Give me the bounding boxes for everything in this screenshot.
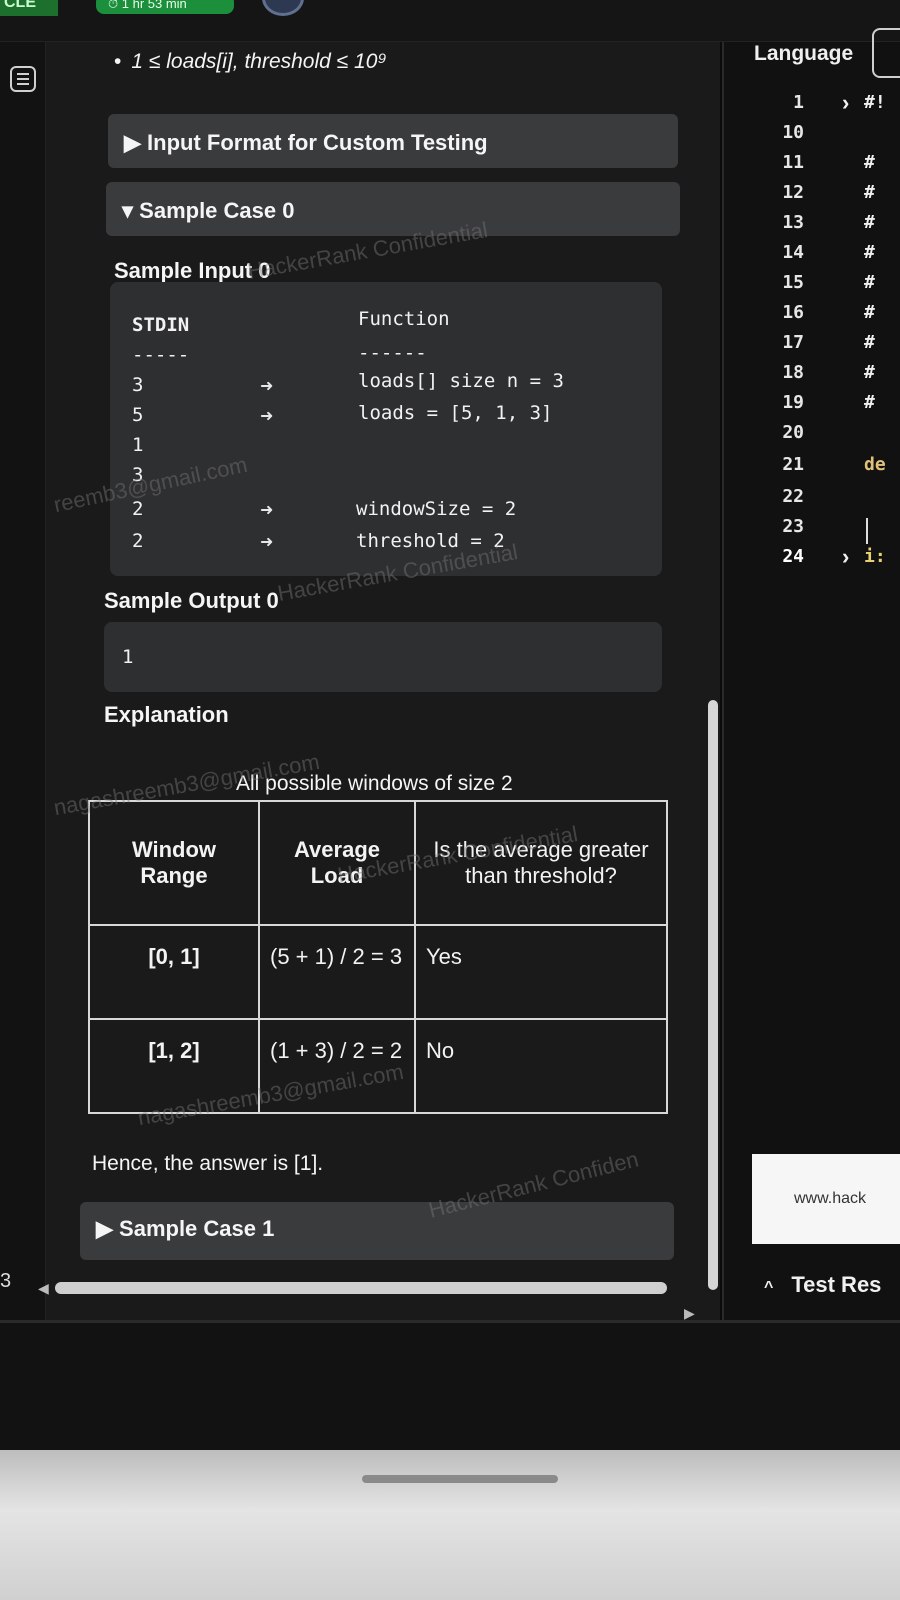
stdin-value: 2 [132, 530, 144, 552]
stdin-value: 5 [132, 404, 144, 426]
chevron-up-icon: ^ [764, 1279, 774, 1296]
horizontal-scrollbar[interactable] [55, 1282, 667, 1294]
table-cell: (1 + 3) / 2 = 2 [258, 1018, 416, 1114]
line-number: 20 [782, 422, 804, 443]
column-header: Window Range [88, 800, 260, 926]
scroll-left-arrow-icon[interactable]: ◀ [38, 1280, 49, 1297]
function-line: loads[] size n = 3 [358, 370, 564, 392]
code-line[interactable]: # [864, 182, 875, 203]
code-line[interactable]: # [864, 152, 875, 173]
url-text: www.hack [794, 1190, 867, 1207]
explanation-heading: Explanation [104, 702, 229, 727]
code-line[interactable]: # [864, 332, 875, 353]
top-bar: CLE ⏱ 1 hr 53 min [0, 0, 900, 42]
table-cell: (5 + 1) / 2 = 3 [258, 924, 416, 1020]
arrow-icon: ➜ [260, 408, 274, 425]
code-line[interactable]: # [864, 242, 875, 263]
text-cursor [866, 518, 868, 544]
line-number: 18 [782, 362, 804, 383]
function-separator: ------ [358, 342, 427, 364]
avatar[interactable] [262, 0, 304, 16]
table-header-row: Window Range Average Load Is the average… [88, 800, 668, 926]
line-number: 14 [782, 242, 804, 263]
table-cell: Yes [414, 924, 668, 1020]
stdin-value: 3 [132, 374, 144, 396]
stdin-separator: ----- [132, 344, 190, 366]
test-results-label: Test Res [791, 1272, 882, 1297]
test-results-toggle[interactable]: ^ Test Res [764, 1272, 881, 1298]
line-number: 19 [782, 392, 804, 413]
arrow-icon: ➜ [260, 378, 274, 395]
line-number: 1 [793, 92, 804, 113]
rail-number: 3 [0, 1270, 12, 1292]
language-label: Language [754, 42, 854, 65]
line-number: 16 [782, 302, 804, 323]
code-line[interactable]: de [864, 454, 886, 475]
sample-case-1-toggle[interactable]: ▶ Sample Case 1 [80, 1202, 674, 1260]
conclusion-text: Hence, the answer is [1]. [92, 1152, 324, 1175]
line-number: 12 [782, 182, 804, 203]
line-number: 15 [782, 272, 804, 293]
hinge-notch [362, 1475, 558, 1483]
constraint-item: • 1 ≤ loads[i], threshold ≤ 10⁹ [114, 50, 387, 73]
timer-badge[interactable]: ⏱ 1 hr 53 min [96, 0, 234, 14]
left-rail: 3 [0, 42, 46, 1322]
brand-logo: CLE [0, 0, 58, 16]
line-number: 23 [782, 516, 804, 537]
sample-output-box [104, 622, 662, 692]
function-line: loads = [5, 1, 3] [358, 402, 553, 424]
sample-output-heading: Sample Output 0 [104, 588, 279, 613]
screen-bezel [0, 1320, 900, 1450]
vertical-scrollbar[interactable] [708, 700, 718, 1290]
stdin-header: STDIN [132, 314, 190, 336]
laptop-body [0, 1450, 900, 1600]
sample-case-0-toggle[interactable]: ▾ Sample Case 0 [106, 182, 680, 236]
stdin-value: 3 [132, 464, 144, 486]
line-number: 10 [782, 122, 804, 143]
line-number: 17 [782, 332, 804, 353]
problem-list-icon[interactable] [10, 66, 36, 92]
problem-pane: • 1 ≤ loads[i], threshold ≤ 10⁹ ▶ Input F… [46, 42, 720, 1320]
line-number: 22 [782, 486, 804, 507]
code-line[interactable]: i: [864, 546, 886, 567]
column-header: Is the average greater than threshold? [414, 800, 668, 926]
function-line: windowSize = 2 [356, 498, 517, 520]
constraint-text: 1 ≤ loads[i], threshold ≤ 10⁹ [131, 50, 387, 73]
code-line[interactable]: # [864, 272, 875, 293]
table-cell: [0, 1] [88, 924, 260, 1020]
table-cell: [1, 2] [88, 1018, 260, 1114]
stdin-value: 2 [132, 498, 144, 520]
custom-testing-toggle[interactable]: ▶ Input Format for Custom Testing [108, 114, 678, 168]
table-cell: No [414, 1018, 668, 1114]
function-line: threshold = 2 [356, 530, 505, 552]
code-line[interactable]: # [864, 212, 875, 233]
table-row: [0, 1] (5 + 1) / 2 = 3 Yes [88, 924, 668, 1020]
fold-chevron-icon[interactable]: › [842, 90, 849, 116]
table-row: [1, 2] (1 + 3) / 2 = 2 No [88, 1018, 668, 1114]
windows-table: Window Range Average Load Is the average… [88, 800, 668, 1114]
column-header: Average Load [258, 800, 416, 926]
line-number: 13 [782, 212, 804, 233]
sample-output-value: 1 [122, 646, 134, 668]
stdin-value: 1 [132, 434, 144, 456]
code-editor[interactable]: Language 1 10 11 12 13 14 15 16 17 18 19… [722, 28, 900, 1320]
code-line[interactable]: #! [864, 92, 886, 113]
language-select[interactable] [872, 28, 900, 78]
table-caption: All possible windows of size 2 [236, 772, 513, 795]
function-header: Function [358, 308, 450, 330]
fold-chevron-icon[interactable]: › [842, 544, 849, 570]
arrow-icon: ➜ [260, 502, 274, 519]
code-line[interactable]: # [864, 362, 875, 383]
arrow-icon: ➜ [260, 534, 274, 551]
code-line[interactable]: # [864, 302, 875, 323]
line-number: 21 [782, 454, 804, 475]
code-line[interactable]: # [864, 392, 875, 413]
sample-input-heading: Sample Input 0 [114, 258, 271, 283]
line-number: 24 [782, 546, 804, 567]
line-number: 11 [782, 152, 804, 173]
